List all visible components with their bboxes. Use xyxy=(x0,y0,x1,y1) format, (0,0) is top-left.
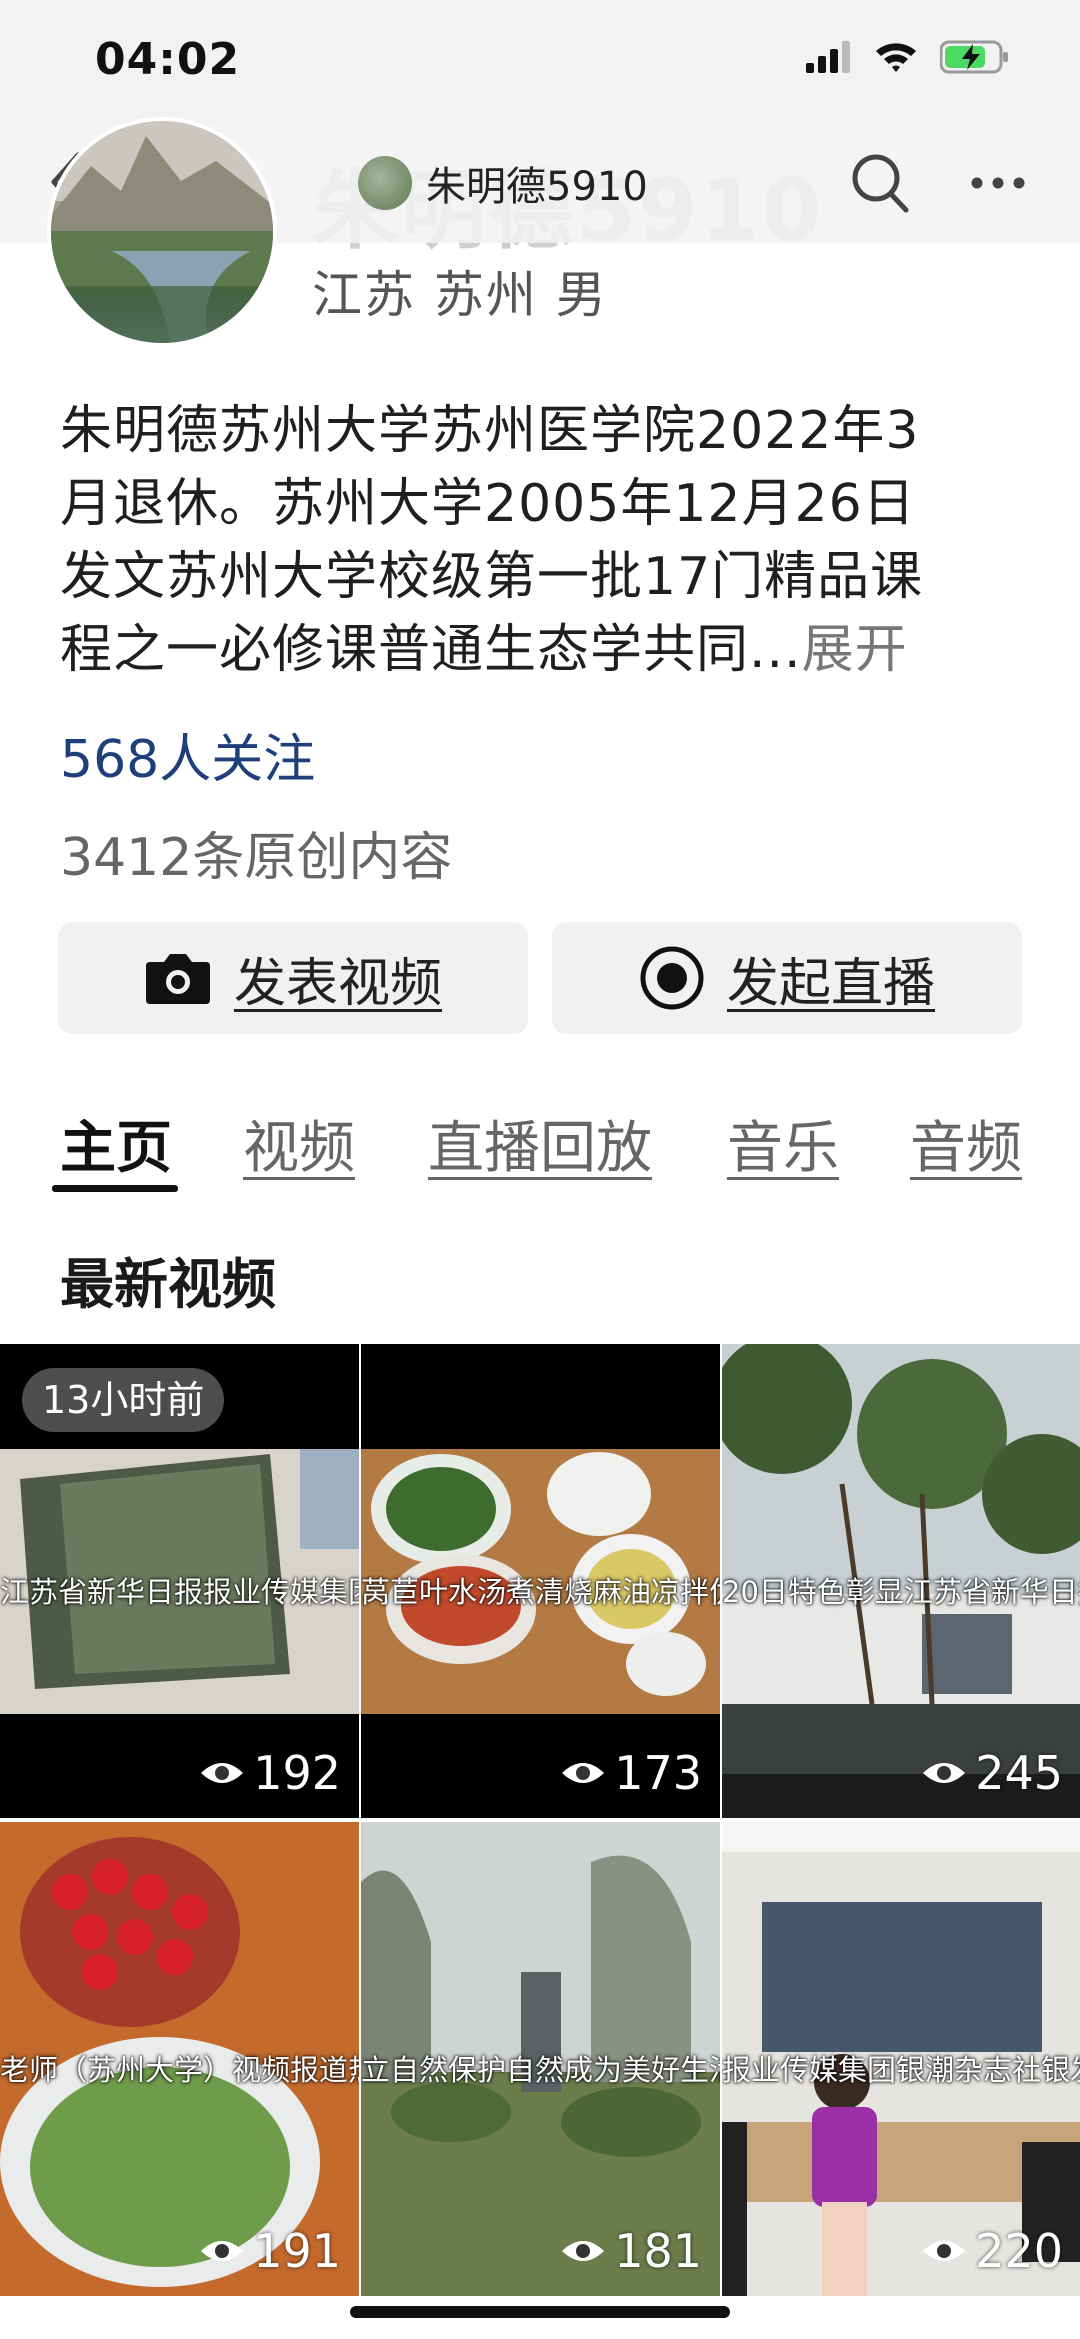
view-count-value: 245 xyxy=(975,1746,1063,1800)
video-tile[interactable]: 20日特色彰显江苏省新华日报 245 xyxy=(722,1344,1080,1818)
nav-title: 朱明德5910 xyxy=(426,164,648,210)
start-live-label: 发起直播 xyxy=(726,953,935,1014)
video-caption: 老师（苏州大学）视频报道热情 xyxy=(0,2053,359,2087)
followers-count[interactable]: 568人关注 xyxy=(60,717,315,792)
view-count-value: 220 xyxy=(975,2224,1063,2278)
view-count: 220 xyxy=(921,2224,1063,2278)
bio-line: 发文苏州大学校级第一批17门精品课 xyxy=(60,547,924,607)
video-caption: 报业传媒集团银潮杂志社银发记 xyxy=(722,2053,1080,2087)
view-count-value: 191 xyxy=(253,2224,341,2278)
tab-videos[interactable]: 视频 xyxy=(243,1103,355,1184)
video-caption: 20日特色彰显江苏省新华日报 xyxy=(722,1575,1080,1609)
latest-videos-title: 最新视频 xyxy=(60,1253,276,1316)
video-caption: 立自然保护自然成为美好生活向 xyxy=(361,2053,720,2087)
camera-icon xyxy=(145,954,210,1004)
view-count-value: 181 xyxy=(614,2224,702,2278)
profile-avatar[interactable] xyxy=(47,117,277,347)
original-content-count: 3412条原创内容 xyxy=(60,828,453,888)
publish-video-button[interactable]: 发表视频 xyxy=(58,922,528,1034)
status-time: 04:02 xyxy=(95,34,241,85)
bio-expand-link[interactable]: 展开 xyxy=(802,620,908,680)
bio-line-last: 程之一必修课普通生态学共同...展开 xyxy=(60,614,1030,687)
more-options-button[interactable] xyxy=(968,158,1028,208)
nav-avatar-thumb xyxy=(358,156,412,210)
signal-icon xyxy=(806,41,850,73)
search-button[interactable] xyxy=(848,147,912,219)
video-tile[interactable]: 立自然保护自然成为美好生活向 181 xyxy=(361,1822,720,2296)
view-count-value: 173 xyxy=(614,1746,702,1800)
home-indicator[interactable] xyxy=(350,2306,730,2318)
live-record-icon xyxy=(640,946,704,1010)
wifi-icon xyxy=(876,43,916,72)
nav-title-group: 朱明德5910 xyxy=(358,150,648,216)
video-caption: 江苏省新华日报报业传媒集团银 xyxy=(0,1575,359,1609)
eye-icon xyxy=(562,2241,605,2261)
eye-icon xyxy=(923,2241,966,2261)
avatar-landscape-image xyxy=(51,121,273,343)
bio-line: 朱明德苏州大学苏州医学院2022年3 xyxy=(60,401,920,461)
profile-location: 江苏 苏州 男 xyxy=(312,266,608,324)
view-count: 181 xyxy=(560,2224,702,2278)
eye-icon xyxy=(201,2241,244,2261)
video-tile[interactable]: 报业传媒集团银潮杂志社银发记 220 xyxy=(722,1822,1080,2296)
battery-charging-icon xyxy=(940,40,1008,74)
view-count: 245 xyxy=(921,1746,1063,1800)
tab-music[interactable]: 音乐 xyxy=(727,1103,839,1184)
tab-audio[interactable]: 音频 xyxy=(910,1103,1022,1184)
view-count: 192 xyxy=(199,1746,341,1800)
eye-icon xyxy=(201,1763,244,1783)
video-caption: 莴苣叶水汤煮清烧麻油凉拌优惠 xyxy=(361,1575,720,1609)
video-tile[interactable]: 13小时前 江苏省新华日报报业传媒集团银 192 xyxy=(0,1344,359,1818)
tab-home[interactable]: 主页 xyxy=(60,1103,172,1184)
view-count: 191 xyxy=(199,2224,341,2278)
view-count-value: 192 xyxy=(253,1746,341,1800)
video-tile[interactable]: 莴苣叶水汤煮清烧麻油凉拌优惠 173 xyxy=(361,1344,720,1818)
publish-video-label: 发表视频 xyxy=(233,953,442,1014)
status-bar: 04:02 xyxy=(0,0,1080,125)
status-icons xyxy=(806,40,1010,74)
view-count: 173 xyxy=(560,1746,702,1800)
eye-icon xyxy=(562,1763,605,1783)
eye-icon xyxy=(923,1763,966,1783)
search-icon xyxy=(852,154,909,213)
tab-live-replay[interactable]: 直播回放 xyxy=(428,1103,652,1184)
video-tile[interactable]: 老师（苏州大学）视频报道热情 191 xyxy=(0,1822,359,2296)
start-live-button[interactable]: 发起直播 xyxy=(552,922,1022,1034)
profile-bio: 朱明德苏州大学苏州医学院2022年3 月退休。苏州大学2005年12月26日 发… xyxy=(60,395,1030,687)
bio-line-text: 程之一必修课普通生态学共同... xyxy=(60,620,802,680)
bio-line: 月退休。苏州大学2005年12月26日 xyxy=(60,474,916,534)
more-dots-icon xyxy=(971,177,1025,189)
time-badge: 13小时前 xyxy=(22,1368,225,1432)
active-tab-indicator xyxy=(52,1185,178,1192)
